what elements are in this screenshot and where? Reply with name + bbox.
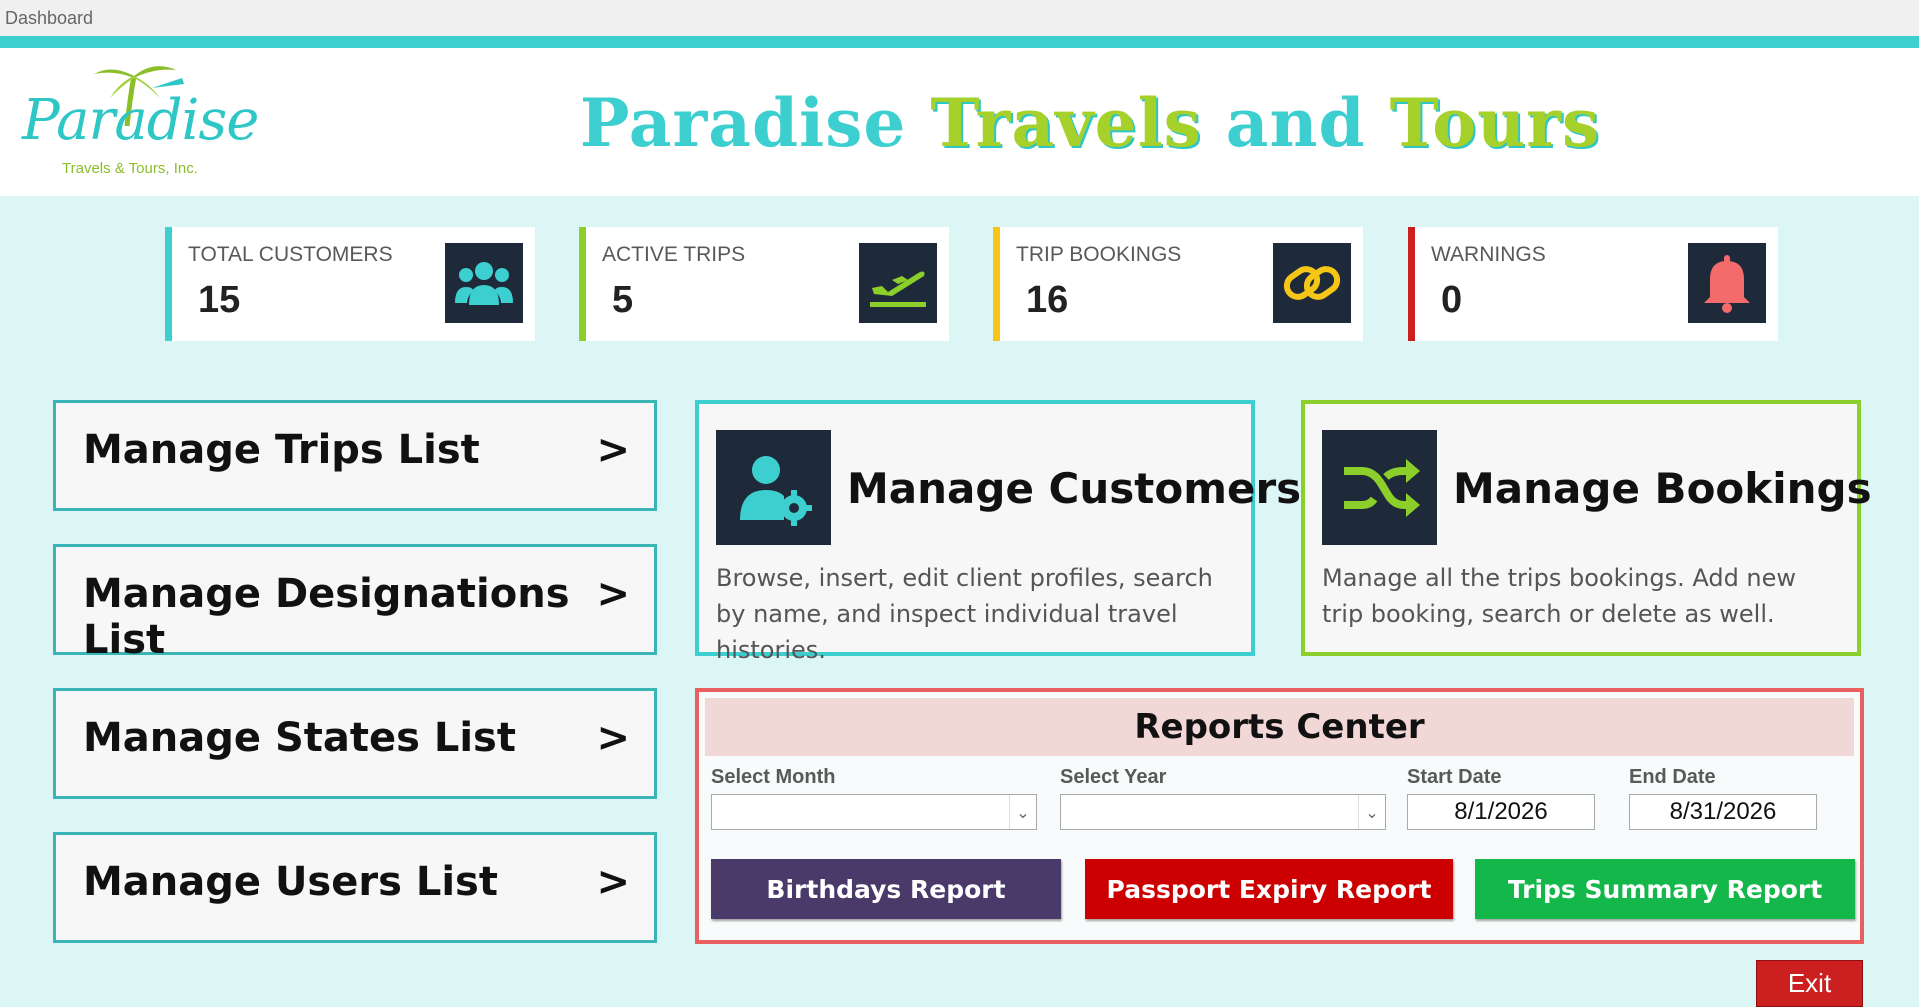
nav-label: Manage States List — [83, 715, 516, 761]
stat-warnings: WARNINGS 0 — [1408, 227, 1778, 341]
title-part-tours: Tours — [1389, 84, 1601, 162]
end-date-label: End Date — [1629, 766, 1716, 788]
reports-center-title: Reports Center — [705, 698, 1854, 756]
window-titlebar: Dashboard — [0, 0, 1919, 36]
nav-label: Manage Designations List — [83, 571, 570, 663]
chevron-right-icon: > — [596, 571, 630, 617]
nav-label: Manage Trips List — [83, 427, 480, 473]
users-icon — [445, 243, 523, 323]
card-description: Browse, insert, edit client profiles, se… — [716, 564, 1213, 664]
title-part-travels: Travels — [930, 84, 1202, 162]
start-date-label: Start Date — [1407, 766, 1502, 788]
logo-script: Paradise — [22, 88, 259, 153]
card-title: Manage Bookings — [1453, 464, 1872, 513]
nav-manage-users-list[interactable]: Manage Users List > — [53, 832, 657, 943]
trips-summary-report-button[interactable]: Trips Summary Report — [1475, 859, 1855, 919]
birthdays-report-button[interactable]: Birthdays Report — [711, 859, 1061, 919]
select-month-dropdown[interactable]: ⌄ — [711, 794, 1037, 830]
company-logo: Paradise Travels & Tours, Inc. — [22, 62, 259, 182]
link-icon — [1273, 243, 1351, 323]
stat-value: 5 — [612, 279, 634, 321]
select-year-dropdown[interactable]: ⌄ — [1060, 794, 1386, 830]
select-month-label: Select Month — [711, 766, 836, 788]
chevron-right-icon: > — [596, 859, 630, 905]
exit-button[interactable]: Exit — [1756, 960, 1863, 1007]
user-settings-icon — [716, 430, 831, 545]
stat-value: 16 — [1026, 279, 1069, 321]
stat-total-customers: TOTAL CUSTOMERS 15 — [165, 227, 535, 341]
plane-departure-icon — [859, 243, 937, 323]
stat-value: 0 — [1441, 279, 1463, 321]
manage-bookings-card[interactable]: Manage Bookings Manage all the trips boo… — [1301, 400, 1872, 656]
manage-customers-card[interactable]: Manage Customers Browse, insert, edit cl… — [695, 400, 1301, 664]
nav-label: Manage Users List — [83, 859, 498, 905]
nav-manage-designations-list[interactable]: Manage Designations List > — [53, 544, 657, 663]
chevron-down-icon[interactable]: ⌄ — [1358, 795, 1385, 829]
chevron-right-icon: > — [596, 715, 630, 761]
stat-label: TOTAL CUSTOMERS — [188, 243, 393, 266]
end-date-field[interactable]: 8/31/2026 — [1629, 794, 1817, 830]
nav-manage-trips-list[interactable]: Manage Trips List > — [53, 400, 657, 511]
logo-subtitle: Travels & Tours, Inc. — [62, 160, 198, 177]
chevron-down-icon[interactable]: ⌄ — [1009, 795, 1036, 829]
stat-trip-bookings: TRIP BOOKINGS 16 — [993, 227, 1363, 341]
stat-active-trips: ACTIVE TRIPS 5 — [579, 227, 949, 341]
chevron-right-icon: > — [596, 427, 630, 473]
app-title: Paradise Travels and Tours — [540, 84, 1640, 174]
shuffle-icon — [1322, 430, 1437, 545]
stat-label: ACTIVE TRIPS — [602, 243, 746, 266]
nav-manage-states-list[interactable]: Manage States List > — [53, 688, 657, 799]
accent-strip — [0, 36, 1919, 48]
title-part-paradise: Paradise — [579, 84, 931, 162]
card-description: Manage all the trips bookings. Add new t… — [1322, 564, 1797, 628]
select-year-label: Select Year — [1060, 766, 1167, 788]
start-date-field[interactable]: 8/1/2026 — [1407, 794, 1595, 830]
stat-label: TRIP BOOKINGS — [1016, 243, 1182, 266]
reports-center-panel: Reports Center Select Month ⌄ Select Yea… — [695, 688, 1864, 944]
stat-value: 15 — [198, 279, 241, 321]
bell-icon — [1688, 243, 1766, 323]
stat-label: WARNINGS — [1431, 243, 1546, 266]
card-title: Manage Customers — [847, 464, 1302, 513]
passport-expiry-report-button[interactable]: Passport Expiry Report — [1085, 859, 1453, 919]
window-title: Dashboard — [5, 8, 94, 28]
title-part-and: and — [1201, 84, 1390, 162]
